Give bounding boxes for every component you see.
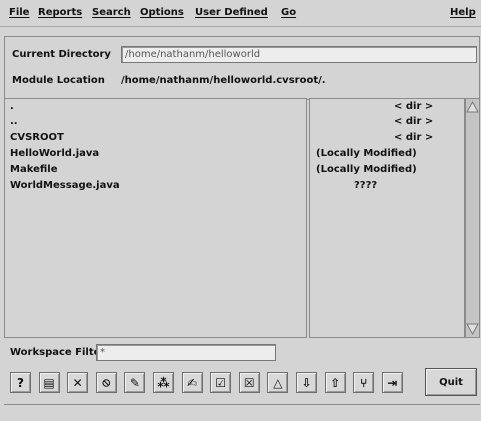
file-row-status: < dir > bbox=[394, 101, 434, 112]
file-row-status: ???? bbox=[354, 180, 378, 191]
help-icon: ? bbox=[17, 375, 24, 390]
menu-options[interactable]: Options bbox=[140, 7, 184, 18]
list-icon: ▤ bbox=[43, 375, 55, 390]
quit-button[interactable]: Quit bbox=[425, 368, 477, 396]
menu-search[interactable]: Search bbox=[92, 7, 131, 18]
annotate-icon: ✍ bbox=[187, 375, 198, 390]
delete-button[interactable]: ✕ bbox=[67, 372, 89, 393]
list-button[interactable]: ▤ bbox=[38, 372, 60, 393]
edit-icon: ✎ bbox=[129, 375, 140, 390]
no-icon: ⦸ bbox=[102, 375, 111, 389]
checkout-button[interactable]: ⇩ bbox=[296, 372, 317, 393]
commit-icon: ⇧ bbox=[330, 375, 341, 390]
file-row-status: (Locally Modified) bbox=[316, 164, 417, 175]
file-row-name[interactable]: . bbox=[10, 101, 14, 112]
current-directory-field[interactable]: /home/nathanm/helloworld bbox=[121, 46, 477, 63]
menu-user-defined[interactable]: User Defined bbox=[195, 7, 268, 18]
checkout-icon: ⇩ bbox=[301, 375, 312, 390]
workspace-filter-input[interactable]: * bbox=[96, 344, 276, 361]
scroll-down-arrow-icon[interactable] bbox=[466, 322, 479, 336]
file-list[interactable]: . .. CVSROOT HelloWorld.java Makefile Wo… bbox=[4, 98, 307, 338]
commit-button[interactable]: ⇧ bbox=[324, 372, 346, 393]
current-directory-label: Current Directory bbox=[12, 49, 111, 60]
delete-icon: ✕ bbox=[72, 375, 83, 390]
check-icon: ☑ bbox=[215, 375, 227, 390]
file-row-status: < dir > bbox=[394, 132, 434, 143]
merge-button[interactable]: ⇥ bbox=[381, 372, 403, 393]
delta-icon: △ bbox=[273, 375, 283, 390]
branch-icon: ⑂ bbox=[360, 375, 368, 390]
directory-panel: Current Directory /home/nathanm/hellowor… bbox=[4, 36, 480, 100]
menu-bar: File Reports Search Options User Defined… bbox=[0, 0, 481, 27]
menu-reports[interactable]: Reports bbox=[38, 7, 82, 18]
module-location-value: /home/nathanm/helloworld.cvsroot/. bbox=[121, 75, 326, 86]
vertical-scrollbar[interactable] bbox=[465, 98, 480, 338]
log-button[interactable]: ⁂ bbox=[153, 372, 174, 393]
log-icon: ⁂ bbox=[157, 375, 170, 390]
file-row-name[interactable]: WorldMessage.java bbox=[10, 180, 120, 191]
status-bar bbox=[4, 404, 480, 421]
menu-help[interactable]: Help bbox=[450, 7, 476, 18]
branch-button[interactable]: ⑂ bbox=[353, 372, 375, 393]
file-row-name[interactable]: HelloWorld.java bbox=[10, 148, 99, 159]
status-list[interactable]: < dir > < dir > < dir > (Locally Modifie… bbox=[309, 98, 465, 338]
file-row-name[interactable]: .. bbox=[10, 116, 18, 127]
file-row-status: (Locally Modified) bbox=[316, 148, 417, 159]
current-directory-value: /home/nathanm/helloworld bbox=[125, 49, 261, 60]
menu-go[interactable]: Go bbox=[281, 7, 296, 18]
remove-icon: ☒ bbox=[243, 375, 255, 390]
no-button[interactable]: ⦸ bbox=[95, 372, 117, 393]
file-row-status: < dir > bbox=[394, 116, 434, 127]
module-location-label: Module Location bbox=[12, 75, 105, 86]
check-button[interactable]: ☑ bbox=[210, 372, 232, 393]
merge-icon: ⇥ bbox=[387, 375, 398, 390]
workspace-filter-value: * bbox=[100, 347, 105, 358]
edit-button[interactable]: ✎ bbox=[124, 372, 146, 393]
file-row-name[interactable]: CVSROOT bbox=[10, 132, 64, 143]
delta-button[interactable]: △ bbox=[267, 372, 289, 393]
remove-button[interactable]: ☒ bbox=[238, 372, 260, 393]
annotate-button[interactable]: ✍ bbox=[181, 372, 203, 393]
workspace-filter-label: Workspace Filter: bbox=[10, 347, 110, 358]
quit-label: Quit bbox=[439, 376, 463, 388]
file-row-name[interactable]: Makefile bbox=[10, 164, 58, 175]
menu-file[interactable]: File bbox=[9, 7, 29, 18]
scroll-up-arrow-icon[interactable] bbox=[466, 100, 479, 114]
help-button[interactable]: ? bbox=[10, 372, 31, 393]
